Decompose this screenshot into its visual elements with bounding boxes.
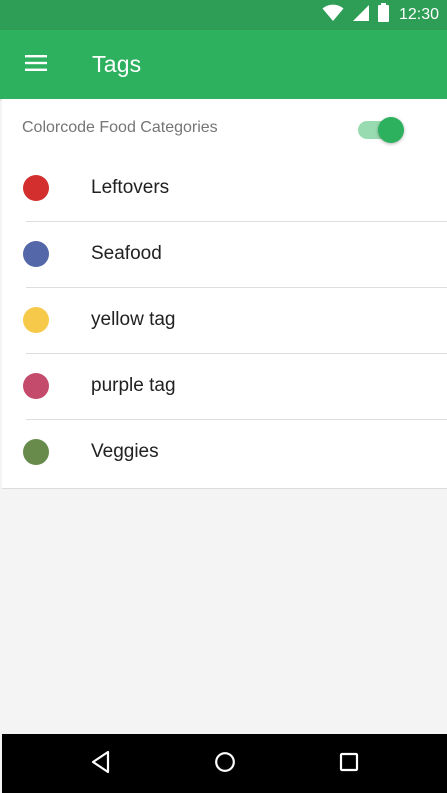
menu-button[interactable] bbox=[14, 43, 58, 87]
tag-item-purple-tag[interactable]: purple tag bbox=[2, 353, 447, 419]
tag-label: Seafood bbox=[91, 243, 162, 264]
home-icon bbox=[214, 751, 236, 778]
wifi-icon bbox=[322, 4, 344, 27]
tag-label: Veggies bbox=[91, 441, 159, 462]
tag-color-dot bbox=[23, 439, 49, 465]
back-button[interactable] bbox=[81, 744, 121, 784]
home-button[interactable] bbox=[205, 744, 245, 784]
colorcode-toggle[interactable] bbox=[358, 117, 404, 143]
tag-color-dot bbox=[23, 175, 49, 201]
battery-icon bbox=[377, 3, 389, 27]
page-title: Tags bbox=[92, 51, 142, 77]
app-bar: Tags bbox=[0, 30, 447, 99]
tag-color-dot bbox=[23, 373, 49, 399]
status-bar: 12:30 bbox=[0, 0, 447, 30]
tag-item-veggies[interactable]: Veggies bbox=[2, 419, 447, 485]
tag-list: Leftovers Seafood yellow tag purple tag … bbox=[2, 155, 447, 485]
system-nav-bar bbox=[2, 734, 447, 793]
hamburger-menu-icon bbox=[24, 54, 48, 77]
toggle-thumb bbox=[378, 117, 404, 143]
tag-color-dot bbox=[23, 307, 49, 333]
status-time: 12:30 bbox=[398, 6, 439, 23]
tag-item-leftovers[interactable]: Leftovers bbox=[2, 155, 447, 221]
tags-panel: Colorcode Food Categories Leftovers Seaf… bbox=[2, 99, 447, 489]
tag-item-seafood[interactable]: Seafood bbox=[2, 221, 447, 287]
recents-button[interactable] bbox=[329, 744, 369, 784]
tag-color-dot bbox=[23, 241, 49, 267]
cell-signal-icon bbox=[352, 4, 370, 27]
colorcode-setting-row: Colorcode Food Categories bbox=[2, 99, 447, 155]
recents-icon bbox=[339, 752, 359, 777]
app-screen: 12:30 Tags Colorcode Food Categories Lef… bbox=[0, 0, 447, 793]
colorcode-label: Colorcode Food Categories bbox=[22, 119, 218, 136]
status-icons: 12:30 bbox=[322, 0, 439, 30]
tag-label: yellow tag bbox=[91, 309, 176, 330]
tag-item-yellow-tag[interactable]: yellow tag bbox=[2, 287, 447, 353]
tag-label: Leftovers bbox=[91, 177, 170, 198]
back-icon bbox=[90, 750, 112, 779]
tag-label: purple tag bbox=[91, 375, 176, 396]
